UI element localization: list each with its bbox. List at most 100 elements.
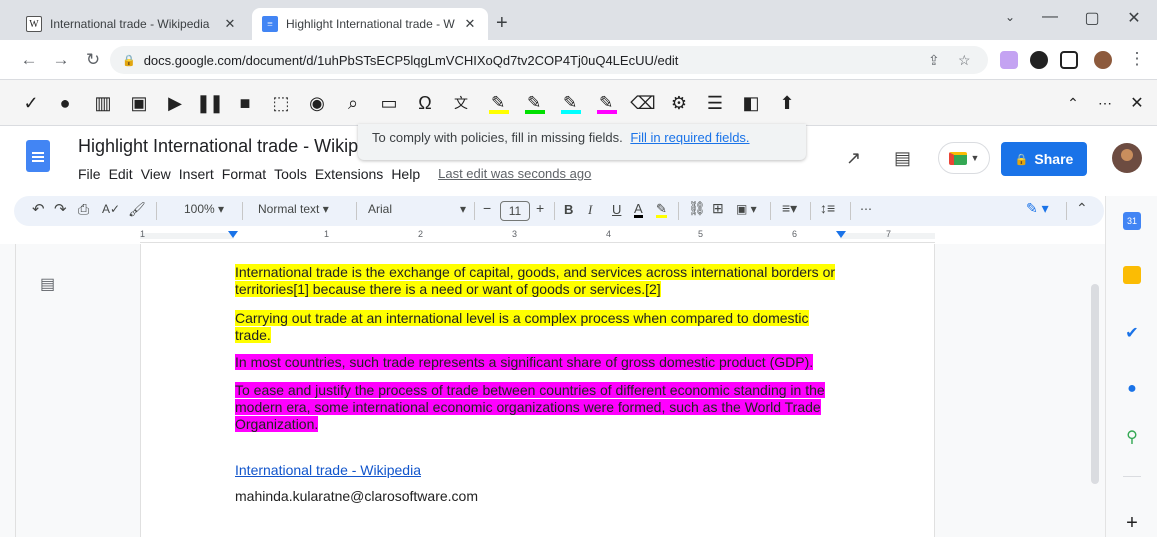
user-avatar[interactable] [1112,143,1142,173]
email-text: mahinda.kularatne@clarosoftware.com [235,488,478,504]
tab-google-doc[interactable]: ≡ Highlight International trade - W ✕ [252,8,488,40]
eraser-icon[interactable]: ⌫ [630,90,656,116]
tasks-icon[interactable]: ✔ [1123,324,1141,342]
profile-avatar[interactable] [1094,51,1112,69]
speaker-person-icon[interactable]: ● [52,90,78,116]
list-icon[interactable]: ☰ [702,90,728,116]
stop-icon[interactable]: ■ [232,90,258,116]
highlight-yellow-button[interactable]: ✎ [486,90,512,116]
share-page-icon[interactable]: ⇪ [928,52,940,69]
settings-gear-icon[interactable]: ⚙ [666,90,692,116]
comments-icon[interactable]: ▤ [894,148,911,169]
document-outline-icon[interactable]: ▤ [40,274,55,294]
zoom-select[interactable]: 100% ▾ [184,202,224,216]
more-options-button[interactable]: ⋯ [860,202,872,216]
close-window-button[interactable]: ✕ [1114,8,1154,28]
maps-icon[interactable]: ⚲ [1123,428,1141,446]
left-indent-marker[interactable] [228,231,238,238]
italic-button[interactable]: I [588,202,592,218]
hide-menus-chevron-icon[interactable]: ⌃ [1076,200,1088,217]
paint-format-icon[interactable]: 🖌 [128,201,146,218]
editing-mode-pencil-icon[interactable]: ✎ ▾ [1026,200,1049,217]
menu-edit[interactable]: Edit [109,166,133,182]
increase-font-size-button[interactable]: + [536,200,544,216]
translate-icon[interactable]: 文 [448,90,474,116]
insert-image-icon[interactable]: ▣ ▾ [736,202,757,216]
book-icon[interactable]: ▥ [90,90,116,116]
line-spacing-icon[interactable]: ↕≡ [820,200,835,216]
menu-format[interactable]: Format [222,166,266,182]
style-select[interactable]: Normal text ▾ [258,202,329,216]
undo-icon[interactable]: ↶ [32,200,45,218]
menu-tools[interactable]: Tools [274,166,307,182]
highlight-green-button[interactable]: ✎ [522,90,548,116]
align-icon[interactable]: ≡▾ [782,200,797,217]
more-icon[interactable]: ⋯ [1092,90,1118,116]
minimize-button[interactable]: — [1030,8,1070,26]
pause-icon[interactable]: ❚❚ [196,90,224,116]
menu-extensions[interactable]: Extensions [315,166,383,182]
highlight-cyan-button[interactable]: ✎ [558,90,584,116]
calendar-icon[interactable]: 31 [1123,212,1141,230]
back-arrow-icon[interactable]: ← [18,50,40,70]
spellcheck-icon[interactable]: A✓ [102,202,120,216]
fill-required-fields-link[interactable]: Fill in required fields. [630,130,749,145]
underline-button[interactable]: U [612,202,621,217]
search-translate-icon[interactable]: ⌕ [340,90,366,116]
activity-trend-icon[interactable]: ↗ [846,148,861,169]
flag-icon[interactable]: ◧ [738,90,764,116]
upload-icon[interactable]: ⬆ [774,90,800,116]
last-edit-link[interactable]: Last edit was seconds ago [438,166,591,182]
add-comment-icon[interactable]: ⊞ [712,200,724,217]
headphones-icon[interactable]: Ω [412,90,438,116]
document-page[interactable]: International trade is the exchange of c… [140,244,935,537]
close-tab-icon[interactable]: ✕ [462,16,478,32]
extensions-puzzle-icon[interactable] [1030,51,1048,69]
menu-help[interactable]: Help [391,166,420,182]
bookmark-star-icon[interactable]: ☆ [958,52,971,69]
keep-icon[interactable] [1123,266,1141,284]
document-title[interactable]: Highlight International trade - Wikipe [78,136,368,157]
share-button[interactable]: 🔒 Share [1001,142,1087,176]
insert-link-icon[interactable]: ⛓ [688,200,706,217]
print-icon[interactable]: ⎙ [78,201,89,218]
play-icon[interactable]: ▶ [162,90,188,116]
menu-view[interactable]: View [141,166,171,182]
contacts-icon[interactable]: ● [1123,380,1141,398]
font-size-input[interactable]: 11 [500,201,530,221]
bold-button[interactable]: B [564,202,573,217]
chevron-up-icon[interactable]: ⌃ [1060,90,1086,116]
wikipedia-link[interactable]: International trade - Wikipedia [235,462,421,478]
font-select[interactable]: Arial ▾ [368,202,468,216]
image-icon[interactable]: ▣ [126,90,152,116]
extension-icon[interactable] [1000,51,1018,69]
google-docs-logo-icon[interactable] [26,140,50,172]
side-panel-icon[interactable] [1060,51,1078,69]
close-tab-icon[interactable]: ✕ [222,16,238,32]
vertical-scrollbar[interactable] [1091,284,1099,484]
forward-arrow-icon[interactable]: → [50,50,72,70]
highlight-color-icon[interactable]: ✎ [656,202,667,218]
maximize-button[interactable]: ▢ [1072,8,1112,28]
highlight-magenta-button[interactable]: ✎ [594,90,620,116]
screen-icon[interactable]: ▭ [376,90,402,116]
browser-menu-icon[interactable]: ⋮ [1126,49,1148,69]
meet-button[interactable]: ▼ [938,142,990,174]
redo-icon[interactable]: ↷ [54,200,67,218]
menu-file[interactable]: File [78,166,101,182]
tab-search-icon[interactable]: ⌄ [990,10,1030,24]
select-region-icon[interactable]: ⬚ [268,90,294,116]
decrease-font-size-button[interactable]: − [483,200,491,216]
tab-wikipedia[interactable]: W International trade - Wikipedia ✕ [16,8,248,40]
address-bar[interactable]: 🔒 docs.google.com/document/d/1uhPbSTsECP… [110,46,988,74]
new-tab-button[interactable]: + [496,12,508,35]
close-toolbar-icon[interactable]: ✕ [1124,90,1150,116]
screen-reader-icon[interactable]: ◉ [304,90,330,116]
reload-icon[interactable]: ↻ [82,50,104,70]
right-indent-marker[interactable] [836,231,846,238]
menu-insert[interactable]: Insert [179,166,214,182]
browser-tab-strip: W International trade - Wikipedia ✕ ≡ Hi… [0,0,1157,40]
text-color-button[interactable]: A [634,202,643,218]
check-circle-icon[interactable]: ✓ [18,90,44,116]
add-addon-button[interactable]: + [1123,512,1141,534]
